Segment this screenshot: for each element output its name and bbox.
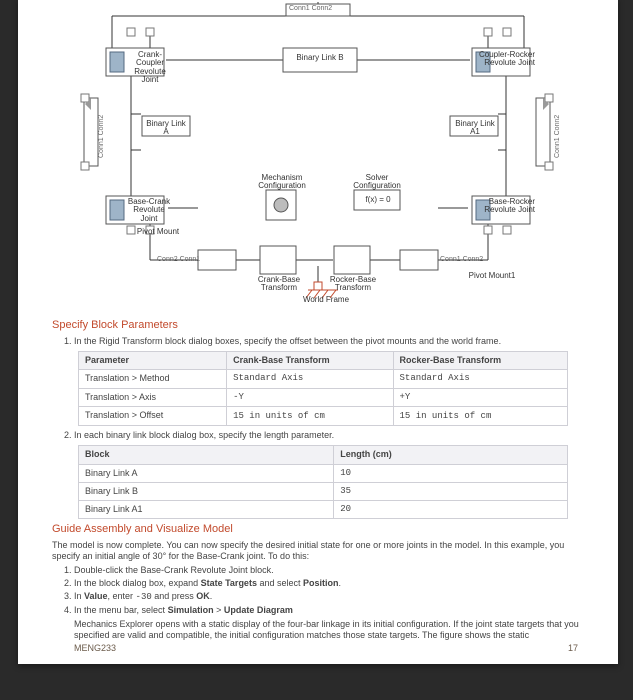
pivot-mount-left-label: Pivot Mount [128,228,188,236]
rocker-base-transform-label: Rocker-Base Transform [328,276,378,293]
left-side-ports-label: Conn1 Conn2 [98,115,105,158]
fx-label: f(x) = 0 [358,196,398,204]
guide-step-2: In the block dialog box, expand State Ta… [74,578,584,589]
binary-link-a1-label: Binary Link A1 [451,120,499,137]
diagram-svg [38,0,598,313]
base-crank-label: Base-Crank Revolute Joint [126,198,172,223]
length-table: Block Length (cm) Binary Link A10 Binary… [78,445,568,519]
base-rocker-label: Base-Rocker Revolute Joint [475,198,535,215]
guide-step-4: In the menu bar, select Simulation > Upd… [74,605,584,616]
step-1: In the Rigid Transform block dialog boxe… [74,336,584,426]
specify-header: Specify Block Parameters [52,319,584,333]
conn-left-label: Conn2 Conn1 [157,256,200,263]
footer-left: MENG233 [74,643,116,654]
binary-link-a-label: Binary Link A [144,120,188,137]
guide-header: Guide Assembly and Visualize Model [52,523,584,537]
world-frame-label: World Frame [296,296,356,304]
guide-step-3: In Value, enter -30 and press OK. [74,591,584,603]
guide-tail: Mechanics Explorer opens with a static d… [74,619,584,642]
step-2: In each binary link block dialog box, sp… [74,430,584,519]
guide-step-1: Double-click the Base-Crank Revolute Joi… [74,565,584,576]
conn-right-label: Conn1 Conn2 [440,256,483,263]
binary-link-b-label: Binary Link B [288,54,352,62]
mech-config-label: Mechanism Configuration [254,174,310,191]
solver-config-label: Solver Configuration [344,174,410,191]
footer-page: 17 [568,643,578,654]
right-side-ports-label: Conn1 Conn2 [554,115,561,158]
pivot-mount-right-label: Pivot Mount1 [458,272,526,280]
crank-coupler-label: Crank-Coupler Revolute Joint [126,51,174,85]
coupler-rocker-label: Coupler-Rocker Revolute Joint [475,51,535,68]
guide-intro: The model is now complete. You can now s… [52,540,584,563]
simulink-diagram: Conn1 Conn2 Crank-Coupler Revolute Joint… [38,0,598,313]
top-ports-label: Conn1 Conn2 [289,5,332,12]
crank-base-transform-label: Crank-Base Transform [254,276,304,293]
transform-table: Parameter Crank-Base Transform Rocker-Ba… [78,351,568,426]
